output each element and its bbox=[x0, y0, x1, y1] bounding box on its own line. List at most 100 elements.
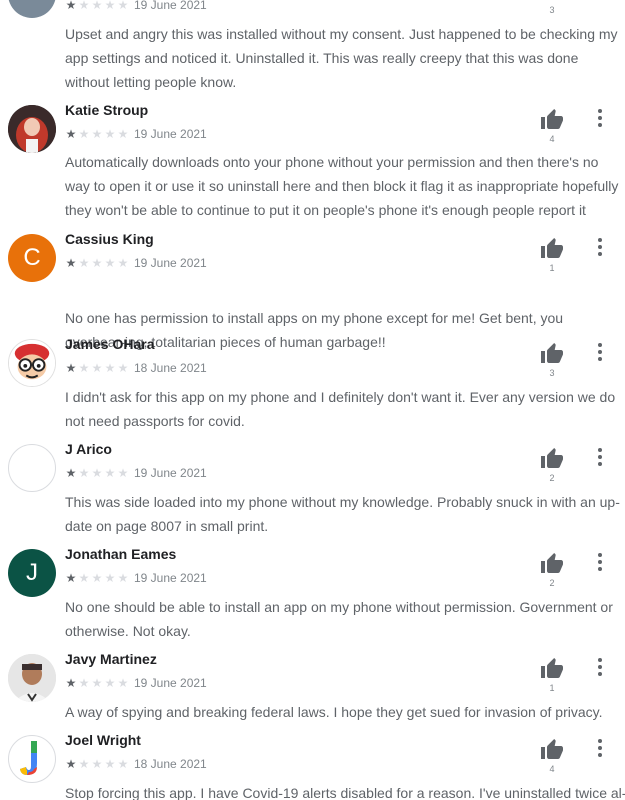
star-icon: ★ bbox=[65, 0, 77, 12]
rating-row: ★ ★ ★ ★ ★ 19 June 2021 bbox=[65, 255, 207, 271]
star-rating: ★ ★ ★ ★ ★ bbox=[65, 467, 129, 479]
star-icon: ★ bbox=[78, 466, 90, 480]
reviewer-name: Katie Stroup bbox=[65, 102, 149, 118]
star-icon: ★ bbox=[117, 256, 129, 270]
review-date: 19 June 2021 bbox=[134, 571, 207, 585]
more-options-icon[interactable] bbox=[590, 655, 610, 679]
star-icon: ★ bbox=[65, 466, 77, 480]
thumbs-up-icon[interactable] bbox=[539, 552, 565, 576]
thumbs-up-icon[interactable] bbox=[539, 237, 565, 261]
star-icon: ★ bbox=[78, 676, 90, 690]
rating-row: ★ ★ ★ ★ ★ 19 June 2021 bbox=[65, 126, 207, 142]
helpful-count: 1 bbox=[549, 683, 555, 693]
reviewer-name: Jonathan Eames bbox=[65, 546, 177, 562]
star-rating: ★ ★ ★ ★ ★ bbox=[65, 0, 129, 11]
star-icon: ★ bbox=[78, 757, 90, 771]
helpful-count: 3 bbox=[549, 5, 555, 15]
thumbs-up-icon[interactable] bbox=[539, 447, 565, 471]
star-icon: ★ bbox=[117, 571, 129, 585]
more-options-icon[interactable] bbox=[590, 340, 610, 364]
star-icon: ★ bbox=[91, 757, 103, 771]
star-icon: ★ bbox=[104, 0, 116, 12]
avatar[interactable] bbox=[8, 105, 56, 153]
reviewer-name: James OHara bbox=[65, 336, 155, 352]
reviewer-name: Joel Wright bbox=[65, 732, 141, 748]
star-icon: ★ bbox=[117, 466, 129, 480]
review-date: 18 June 2021 bbox=[134, 361, 207, 375]
avatar bbox=[8, 0, 56, 18]
reviewer-name: Javy Martinez bbox=[65, 651, 157, 667]
star-icon: ★ bbox=[104, 466, 116, 480]
avatar-photo-icon bbox=[8, 105, 56, 153]
thumbs-up-icon[interactable] bbox=[539, 342, 565, 366]
star-icon: ★ bbox=[91, 361, 103, 375]
more-options-icon[interactable] bbox=[590, 106, 610, 130]
cartoon-avatar-icon bbox=[9, 340, 55, 386]
star-icon: ★ bbox=[104, 256, 116, 270]
star-icon: ★ bbox=[65, 127, 77, 141]
star-icon: ★ bbox=[65, 676, 77, 690]
rating-row: ★ ★ ★ ★ ★ 19 June 2021 bbox=[65, 0, 207, 13]
star-rating: ★ ★ ★ ★ ★ bbox=[65, 128, 129, 140]
star-icon: ★ bbox=[78, 256, 90, 270]
star-rating: ★ ★ ★ ★ ★ bbox=[65, 677, 129, 689]
rating-row: ★ ★ ★ ★ ★ 18 June 2021 bbox=[65, 756, 207, 772]
review-date: 19 June 2021 bbox=[134, 127, 207, 141]
review-text: Stop forcing this app. I have Covid-19 a… bbox=[65, 785, 625, 800]
more-options-icon[interactable] bbox=[590, 235, 610, 259]
review-text: Upset and angry this was installed witho… bbox=[65, 26, 618, 90]
thumbs-up-icon[interactable] bbox=[539, 657, 565, 681]
review-text: This was side loaded into my phone witho… bbox=[65, 494, 620, 534]
star-icon: ★ bbox=[104, 127, 116, 141]
review-date: 19 June 2021 bbox=[134, 676, 207, 690]
review-text: A way of spying and breaking federal law… bbox=[65, 704, 603, 720]
helpful-count: 4 bbox=[549, 134, 555, 144]
star-icon: ★ bbox=[65, 256, 77, 270]
star-icon: ★ bbox=[117, 676, 129, 690]
star-icon: ★ bbox=[91, 676, 103, 690]
star-icon: ★ bbox=[78, 571, 90, 585]
rating-row: ★ ★ ★ ★ ★ 19 June 2021 bbox=[65, 465, 207, 481]
star-icon: ★ bbox=[91, 0, 103, 12]
review-date: 18 June 2021 bbox=[134, 757, 207, 771]
reviewer-name: Cassius King bbox=[65, 231, 154, 247]
avatar[interactable] bbox=[8, 654, 56, 702]
star-icon: ★ bbox=[117, 127, 129, 141]
star-icon: ★ bbox=[104, 757, 116, 771]
review-text: I didn't ask for this app on my phone an… bbox=[65, 389, 616, 429]
review-text: Automatically downloads onto your phone … bbox=[65, 154, 619, 218]
star-icon: ★ bbox=[104, 676, 116, 690]
more-options-icon[interactable] bbox=[590, 445, 610, 469]
star-icon: ★ bbox=[91, 256, 103, 270]
avatar-photo-icon bbox=[8, 654, 56, 702]
thumbs-up-icon[interactable] bbox=[539, 108, 565, 132]
thumbs-up-icon[interactable] bbox=[539, 738, 565, 762]
avatar[interactable] bbox=[8, 444, 56, 492]
star-icon: ★ bbox=[65, 361, 77, 375]
more-options-icon[interactable] bbox=[590, 550, 610, 574]
star-icon: ★ bbox=[117, 361, 129, 375]
star-icon: ★ bbox=[78, 0, 90, 12]
star-icon: ★ bbox=[104, 361, 116, 375]
avatar[interactable] bbox=[8, 735, 56, 783]
helpful-count: 4 bbox=[549, 764, 555, 774]
helpful-count: 2 bbox=[549, 578, 555, 588]
avatar-letter: C bbox=[23, 244, 41, 271]
rating-row: ★ ★ ★ ★ ★ 19 June 2021 bbox=[65, 675, 207, 691]
review-text: No one should be able to install an app … bbox=[65, 599, 613, 639]
avatar-letter: J bbox=[26, 559, 38, 586]
star-icon: ★ bbox=[117, 0, 129, 12]
star-icon: ★ bbox=[78, 127, 90, 141]
star-icon: ★ bbox=[91, 466, 103, 480]
avatar[interactable]: C bbox=[8, 234, 56, 282]
app-logo-icon bbox=[20, 741, 37, 775]
star-rating: ★ ★ ★ ★ ★ bbox=[65, 758, 129, 770]
reviewer-name: J Arico bbox=[65, 441, 112, 457]
star-rating: ★ ★ ★ ★ ★ bbox=[65, 362, 129, 374]
avatar[interactable]: J bbox=[8, 549, 56, 597]
star-rating: ★ ★ ★ ★ ★ bbox=[65, 257, 129, 269]
more-options-icon[interactable] bbox=[590, 736, 610, 760]
helpful-count: 3 bbox=[549, 368, 555, 378]
avatar[interactable] bbox=[8, 339, 56, 387]
star-icon: ★ bbox=[65, 757, 77, 771]
